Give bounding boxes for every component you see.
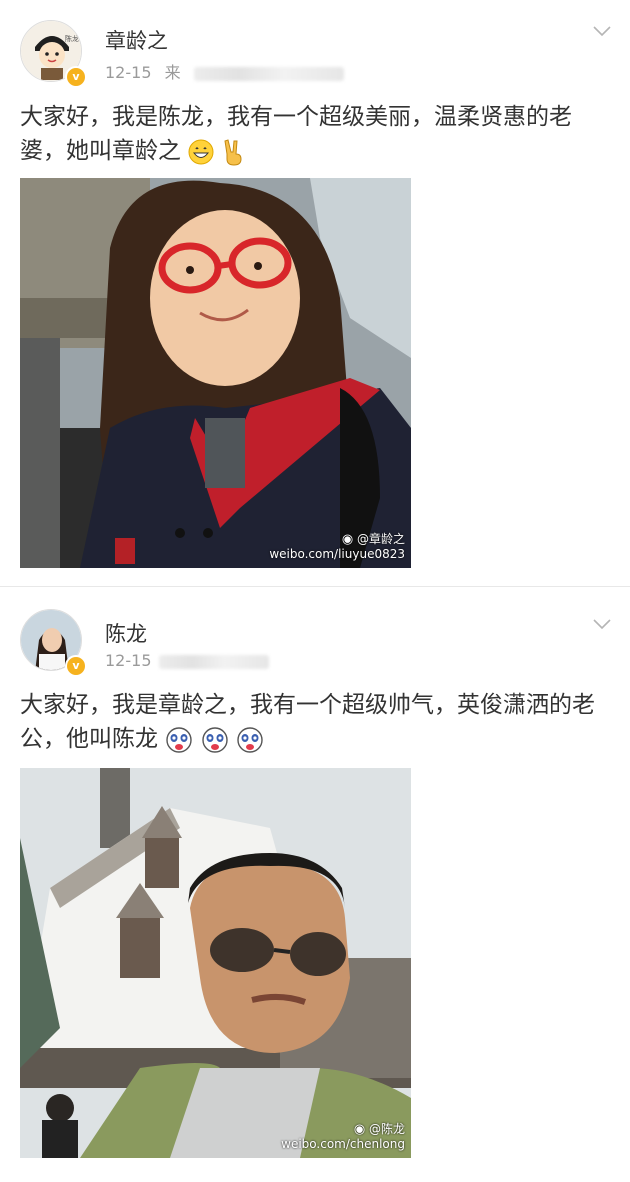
verified-badge-icon: v [65,66,87,88]
chevron-down-icon[interactable] [592,24,612,38]
grin-emoji-icon [188,139,214,164]
watermark-handle: @章龄之 [356,532,405,546]
user-name[interactable]: 陈龙 [105,618,147,648]
user-name[interactable]: 章龄之 [105,25,168,55]
photo-watermark: ◉ @陈龙 weibo.com/chenlong [281,1122,405,1152]
weibo-icon: ◉ [341,532,354,547]
panda-face-emoji-icon [166,726,193,753]
panda-face-emoji-icon [237,726,263,753]
victory-hand-icon [224,138,242,166]
panda-face-emoji-icon [201,726,228,753]
watermark-handle: @陈龙 [368,1122,405,1136]
post-source-prefix: 来 [164,63,181,82]
post-date: 12-15 [105,63,152,82]
post-meta: 12-15 来 [105,59,344,83]
chevron-down-icon[interactable] [592,617,612,631]
watermark-url: weibo.com/liuyue0823 [269,547,405,561]
post-meta: 12-15 [105,651,269,670]
verified-badge-icon: v [65,655,87,677]
post-photo[interactable]: ◉ @章龄之 weibo.com/liuyue0823 [20,178,411,568]
photo-watermark: ◉ @章龄之 weibo.com/liuyue0823 [269,532,405,562]
post-date: 12-15 [105,651,152,670]
post-text: 大家好，我是陈龙，我有一个超级美丽，温柔贤惠的老婆，她叫章龄之 [20,100,615,168]
weibo-post: v 陈龙 12-15 大家好，我是章龄之，我有一个超级帅气，英俊潇洒的老公，他叫… [0,587,630,1182]
watermark-url: weibo.com/chenlong [281,1137,405,1151]
blurred-source [193,66,344,81]
blurred-source [158,654,269,669]
weibo-post: 陈龙 v 章龄之 12-15 来 大家好，我是陈龙，我有一个超级美丽，温柔贤惠的… [0,0,630,586]
post-text-body: 大家好，我是章龄之，我有一个超级帅气，英俊潇洒的老公，他叫陈龙 [20,692,595,752]
post-text: 大家好，我是章龄之，我有一个超级帅气，英俊潇洒的老公，他叫陈龙 [20,688,615,756]
svg-text:陈龙: 陈龙 [65,34,79,43]
post-photo[interactable]: ◉ @陈龙 weibo.com/chenlong [20,768,411,1158]
weibo-icon: ◉ [353,1122,366,1137]
post-text-body: 大家好，我是陈龙，我有一个超级美丽，温柔贤惠的老婆，她叫章龄之 [20,104,572,164]
